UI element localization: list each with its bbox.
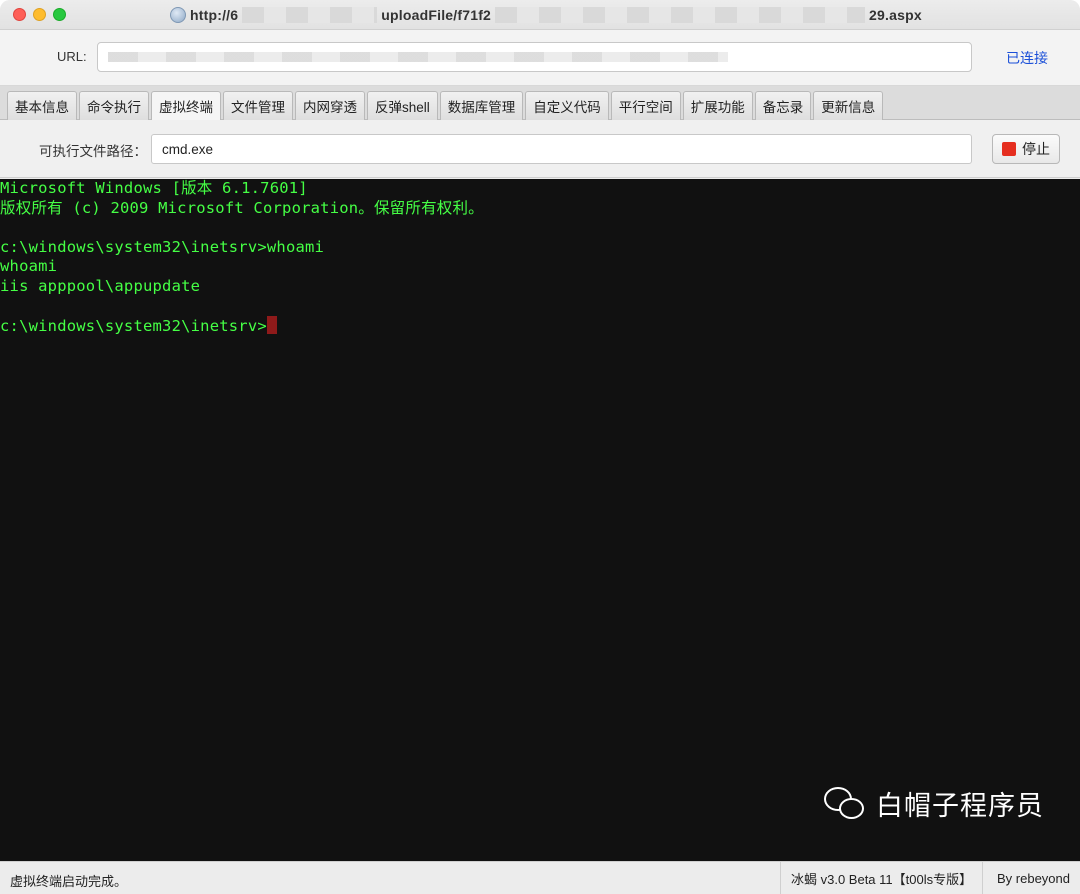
tab-reverse-shell[interactable]: 反弹shell: [367, 91, 438, 120]
terminal-line: 版权所有 (c) 2009 Microsoft Corporation。保留所有…: [0, 198, 484, 217]
app-window: http://6 uploadFile/f71f2 29.aspx URL: 已…: [0, 0, 1080, 894]
tab-label: 自定义代码: [533, 100, 601, 115]
tab-label: 命令执行: [87, 100, 141, 115]
title-bar: http://6 uploadFile/f71f2 29.aspx: [0, 0, 1080, 30]
tab-label: 虚拟终端: [159, 100, 213, 115]
stop-button[interactable]: 停止: [992, 134, 1060, 164]
tab-command-exec[interactable]: 命令执行: [79, 91, 149, 120]
window-title-middle: uploadFile/f71f2: [381, 7, 492, 23]
watermark-text: 白帽子程序员: [876, 791, 1044, 822]
watermark: 白帽子程序员: [824, 784, 1044, 823]
executable-path-label: 可执行文件路径：: [39, 144, 147, 159]
window-title-prefix: http://6: [190, 7, 239, 23]
stop-icon: [1002, 142, 1016, 156]
tab-bar: 基本信息 命令执行 虚拟终端 文件管理 内网穿透 反弹shell 数据库管理 自…: [0, 86, 1080, 120]
status-bar: 虚拟终端启动完成。 冰蝎 v3.0 Beta 11【t00ls专版】 By re…: [0, 861, 1080, 894]
maximize-window-button[interactable]: [53, 8, 66, 21]
wechat-icon: [824, 786, 866, 821]
url-label: URL:: [57, 49, 87, 64]
tab-label: 文件管理: [231, 100, 285, 115]
tab-memo[interactable]: 备忘录: [754, 91, 812, 120]
tab-label: 基本信息: [15, 100, 69, 115]
stop-button-label: 停止: [1022, 141, 1050, 157]
tab-basic-info[interactable]: 基本信息: [7, 91, 77, 120]
tab-file-manager[interactable]: 文件管理: [223, 91, 293, 120]
text-cursor: [266, 315, 277, 334]
tab-virtual-terminal[interactable]: 虚拟终端: [151, 91, 221, 120]
tab-label: 扩展功能: [690, 100, 745, 115]
tab-intranet-tunnel[interactable]: 内网穿透: [295, 91, 365, 120]
executable-path-input[interactable]: [151, 134, 972, 164]
terminal-prompt: c:\windows\system32\inetsrv>: [0, 316, 267, 335]
tab-update-info[interactable]: 更新信息: [813, 91, 884, 120]
terminal-line: iis apppool\appupdate: [0, 276, 201, 295]
globe-icon: [170, 7, 186, 23]
window-title-suffix: 29.aspx: [869, 7, 922, 23]
connection-status[interactable]: 已连接: [1006, 48, 1048, 68]
terminal-line: c:\windows\system32\inetsrv>whoami: [0, 237, 325, 256]
redacted-region: [242, 7, 378, 23]
terminal-line: Microsoft Windows [版本 6.1.7601]: [0, 179, 308, 197]
tab-label: 内网穿透: [303, 100, 357, 115]
window-title: http://6 uploadFile/f71f2 29.aspx: [170, 5, 922, 25]
tab-database[interactable]: 数据库管理: [439, 91, 524, 120]
tab-label: 反弹shell: [375, 100, 430, 115]
terminal-line: whoami: [0, 257, 58, 275]
tab-custom-code[interactable]: 自定义代码: [525, 91, 609, 120]
tab-label: 备忘录: [762, 100, 804, 115]
redacted-url: [108, 52, 728, 62]
tab-parallel-space[interactable]: 平行空间: [610, 91, 681, 120]
bubble-shape: [839, 797, 864, 819]
tab-label: 数据库管理: [447, 100, 516, 115]
tab-extensions[interactable]: 扩展功能: [682, 91, 753, 120]
tab-label: 平行空间: [618, 100, 673, 115]
status-message: 虚拟终端启动完成。: [10, 874, 128, 889]
status-author: By rebeyond: [997, 871, 1070, 886]
redacted-region: [495, 7, 866, 23]
minimize-window-button[interactable]: [33, 8, 46, 21]
terminal-output[interactable]: Microsoft Windows [版本 6.1.7601] 版权所有 (c)…: [0, 179, 1080, 861]
tab-label: 更新信息: [821, 100, 876, 115]
executable-path-bar: 可执行文件路径： 停止: [0, 120, 1080, 178]
terminal-prompt-line: c:\windows\system32\inetsrv>: [0, 315, 1080, 336]
status-version: 冰蝎 v3.0 Beta 11【t00ls专版】: [780, 862, 984, 894]
url-bar: URL: 已连接: [0, 30, 1080, 86]
url-input[interactable]: [97, 42, 972, 72]
close-window-button[interactable]: [13, 8, 26, 21]
